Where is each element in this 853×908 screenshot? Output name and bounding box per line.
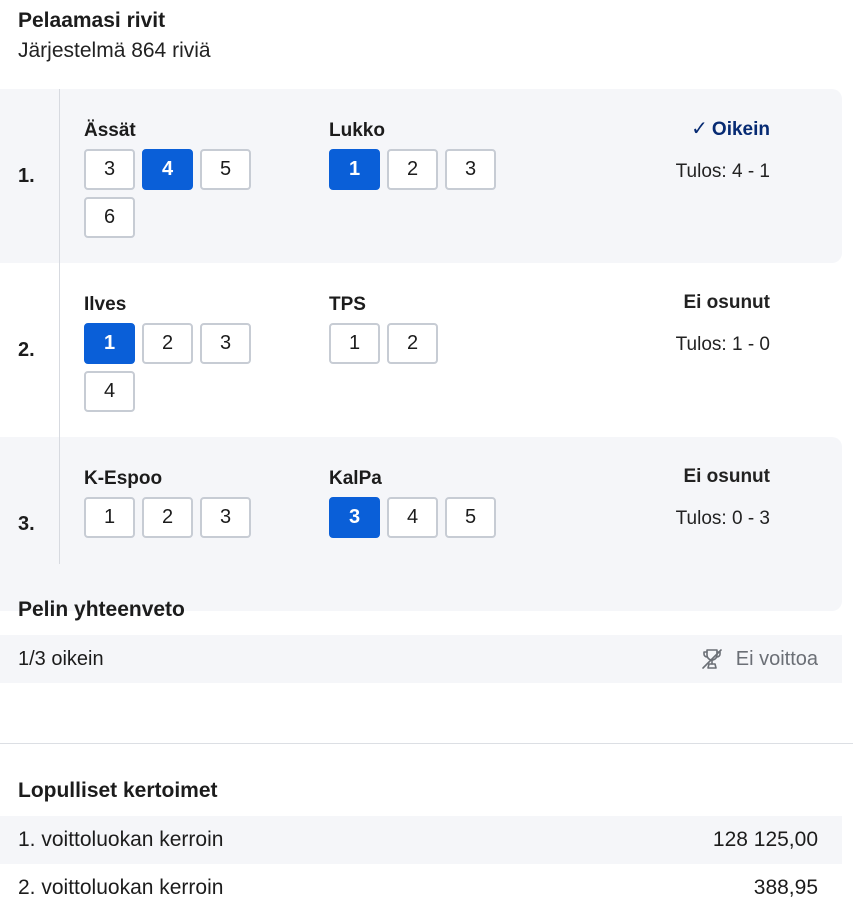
odds-row: 1. voittoluokan kerroin 128 125,00 <box>0 816 842 864</box>
row-number: 2. <box>18 338 35 361</box>
match-row: 2. Ilves 1234 TPS 12 Ei osunut Tulos: 1 … <box>0 263 842 437</box>
final-score: Tulos: 1 - 0 <box>675 334 770 355</box>
final-score: Tulos: 4 - 1 <box>675 161 770 182</box>
goal-option: 6 <box>84 197 135 238</box>
match-row: 1. Ässät 3456 Lukko 123 ✓ Oikein Tulos: 4… <box>0 89 842 263</box>
prize-text: Ei voittoa <box>735 647 818 670</box>
home-team: K-Espoo 123 <box>84 467 259 538</box>
odds-label: 1. voittoluokan kerroin <box>18 828 224 851</box>
result-status: Ei osunut <box>683 466 770 487</box>
goal-option: 1 <box>329 323 380 364</box>
home-goal-options: 123 <box>84 497 259 538</box>
selected-goal-option: 1 <box>329 149 380 190</box>
odds-label: 2. voittoluokan kerroin <box>18 876 224 899</box>
away-team-name: KalPa <box>329 468 382 489</box>
away-team: TPS 12 <box>329 293 504 364</box>
away-goal-options: 12 <box>329 323 504 364</box>
home-team-name: Ilves <box>84 294 127 315</box>
goal-option: 4 <box>84 371 135 412</box>
result-status: ✓ Oikein <box>676 117 770 142</box>
goal-option: 2 <box>387 323 438 364</box>
goal-option: 3 <box>200 497 251 538</box>
away-goal-options: 345 <box>329 497 504 538</box>
header: Pelaamasi rivit Järjestelmä 864 riviä <box>18 8 211 64</box>
match-row: 3. K-Espoo 123 KalPa 345 Ei osunut Tulos… <box>0 437 842 611</box>
final-score: Tulos: 0 - 3 <box>675 508 770 529</box>
row-number: 1. <box>18 164 35 187</box>
trophy-icon <box>701 649 722 669</box>
system-description: Järjestelmä 864 riviä <box>18 39 211 62</box>
odds-title: Lopulliset kertoimet <box>18 779 218 802</box>
odds-value: 388,95 <box>753 876 818 899</box>
away-team-name: TPS <box>329 294 366 315</box>
home-goal-options: 345 6 <box>84 149 259 238</box>
result-status-text: Oikein <box>711 119 770 140</box>
home-team-name: K-Espoo <box>84 468 163 489</box>
goal-option: 5 <box>445 497 496 538</box>
goal-option: 2 <box>142 497 193 538</box>
row-number-divider <box>59 89 60 564</box>
goal-option: 2 <box>387 149 438 190</box>
goal-option: 3 <box>445 149 496 190</box>
away-goal-options: 123 <box>329 149 504 190</box>
odds-value: 128 125,00 <box>712 828 818 851</box>
goal-option: 3 <box>84 149 135 190</box>
page-title: Pelaamasi rivit <box>18 9 166 32</box>
goal-option: 3 <box>200 323 251 364</box>
odds-row: 2. voittoluokan kerroin 388,95 <box>0 864 842 908</box>
goal-option: 2 <box>142 323 193 364</box>
selected-goal-option: 4 <box>142 149 193 190</box>
away-team-name: Lukko <box>329 120 385 141</box>
home-team-name: Ässät <box>84 120 136 141</box>
home-goal-options: 123 4 <box>84 323 259 412</box>
played-rows: 1. Ässät 3456 Lukko 123 ✓ Oikein Tulos: 4… <box>0 89 842 611</box>
away-team: KalPa 345 <box>329 467 504 538</box>
correct-count: 1/3 oikein <box>18 647 104 670</box>
selected-goal-option: 3 <box>329 497 380 538</box>
match-result: Ei osunut Tulos: 0 - 3 <box>676 465 770 530</box>
summary-title: Pelin yhteenveto <box>18 598 185 621</box>
goal-option: 5 <box>200 149 251 190</box>
selected-goal-option: 1 <box>84 323 135 364</box>
result-status: Ei osunut <box>683 292 770 313</box>
row-number: 3. <box>18 512 35 535</box>
goal-option: 1 <box>84 497 135 538</box>
match-result: Ei osunut Tulos: 1 - 0 <box>676 291 770 356</box>
match-result: ✓ Oikein Tulos: 4 - 1 <box>676 117 770 183</box>
summary-bar: 1/3 oikein Ei voittoa <box>0 635 842 683</box>
goal-option: 4 <box>387 497 438 538</box>
away-team: Lukko 123 <box>329 119 504 190</box>
prize-status: Ei voittoa <box>700 647 818 671</box>
section-divider <box>0 743 853 744</box>
home-team: Ässät 345 6 <box>84 119 259 238</box>
check-icon: ✓ <box>691 118 708 140</box>
home-team: Ilves 123 4 <box>84 293 259 412</box>
